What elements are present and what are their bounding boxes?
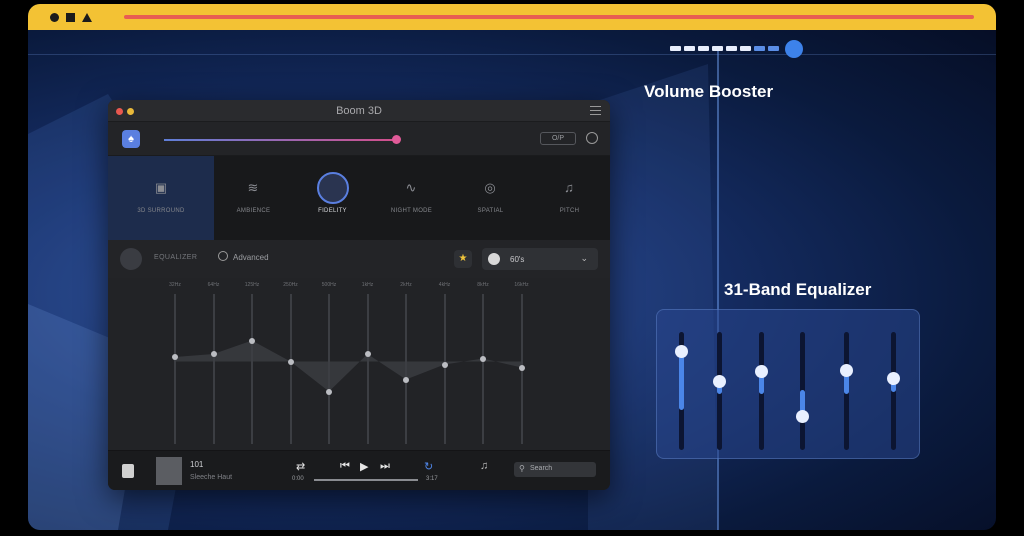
boom-logo-icon: ♠ — [122, 130, 140, 148]
equalizer-label: EQUALIZER — [154, 254, 198, 261]
volume-slider-knob[interactable] — [392, 135, 401, 144]
volume-slider[interactable] — [164, 139, 394, 141]
player-bar: 101 Sleeche Haut ⇄ ⏮ ▶ ⏭ ↻ 0:00 3:17 ♫ ⚲… — [108, 450, 610, 490]
cube-icon: ▣ — [154, 180, 168, 195]
next-icon[interactable]: ⏭ — [380, 460, 390, 473]
spatial-icon: ◎ — [484, 180, 496, 195]
waveform-icon: ∿ — [405, 180, 417, 195]
time-total: 3:17 — [426, 476, 438, 482]
effect-3d-surround[interactable]: ▣ 3D SURROUND — [108, 156, 214, 240]
band-knob[interactable] — [480, 355, 486, 362]
progress-bar[interactable] — [314, 479, 418, 481]
equalizer-preview-card — [656, 309, 920, 459]
band-frequency-label: 8kHz — [477, 282, 489, 288]
band-knob[interactable] — [210, 351, 217, 357]
music-note-icon: ♫ — [564, 180, 574, 195]
band-knob[interactable] — [364, 351, 371, 357]
screenshot-frame: Volume Booster 31-Band Equalizer Boom 3D… — [28, 4, 996, 530]
shuffle-icon[interactable]: ⇄ — [296, 460, 305, 473]
preset-icon — [488, 253, 500, 265]
band-slider[interactable] — [405, 294, 407, 444]
band-knob[interactable] — [326, 388, 332, 395]
previous-icon[interactable]: ⏮ — [340, 460, 350, 473]
effect-pitch[interactable]: ♫ PITCH — [530, 156, 609, 240]
divider-line — [28, 54, 996, 55]
volume-row: ♠ O/P — [108, 122, 610, 156]
chevron-down-icon: ⌄ — [580, 253, 588, 263]
band-knob[interactable] — [403, 376, 409, 383]
search-placeholder: Search — [530, 465, 553, 472]
volume-booster-label: Volume Booster — [644, 82, 774, 101]
band-knob[interactable] — [441, 361, 448, 368]
band-knob[interactable] — [249, 337, 255, 344]
advanced-radio[interactable] — [218, 251, 228, 261]
band-slider[interactable] — [289, 294, 292, 444]
effects-row: ▣ 3D SURROUND ≋ AMBIENCE FIDELITY ∿ NIGH… — [108, 156, 610, 240]
search-field[interactable]: ⚲ Search — [514, 462, 596, 477]
effect-night-mode[interactable]: ∿ NIGHT MODE — [372, 156, 451, 240]
preset-value: 60's — [510, 255, 525, 264]
app-window: Boom 3D ♠ O/P ▣ 3D SURROUND ≋ AMBIENCE F… — [108, 100, 610, 490]
band-frequency-label: 32Hz — [169, 282, 181, 288]
equalizer-bands: 32Hz 64Hz 125Hz 250Hz 500Hz 1kHz 2kHz 4kHz 8kHz 1… — [108, 278, 610, 458]
search-icon: ⚲ — [519, 464, 525, 473]
band-slider[interactable] — [212, 294, 215, 444]
band-frequency-label: 16kHz — [514, 282, 529, 288]
album-art — [156, 457, 182, 485]
equalizer-curve-fill — [175, 340, 522, 392]
star-icon[interactable]: ★ — [454, 250, 472, 268]
band-frequency-label: 250Hz — [283, 282, 298, 288]
playlist-icon[interactable] — [122, 464, 134, 478]
time-current: 0:00 — [292, 476, 304, 482]
band-frequency-label: 4kHz — [438, 282, 451, 288]
artist-name: Sleeche Haut — [190, 474, 233, 481]
band-slider[interactable] — [328, 294, 330, 444]
app-title: Boom 3D — [336, 105, 382, 117]
effect-spatial[interactable]: ◎ SPATIAL — [451, 156, 530, 240]
band-slider[interactable] — [174, 294, 176, 444]
preset-dropdown[interactable]: 60's ⌄ — [482, 248, 598, 270]
equalizer-header: EQUALIZER Advanced ★ 60's ⌄ — [108, 240, 610, 278]
effect-fidelity[interactable]: FIDELITY — [293, 156, 372, 240]
band-frequency-label: 500Hz — [321, 282, 337, 288]
repeat-icon[interactable]: ↻ — [424, 460, 433, 473]
band-slider[interactable] — [251, 294, 253, 444]
band-frequency-label: 1kHz — [361, 282, 374, 288]
equalizer-toggle-icon[interactable] — [120, 248, 142, 270]
band-slider[interactable] — [482, 294, 484, 444]
band-knob[interactable] — [287, 358, 294, 365]
volume-knob[interactable] — [785, 40, 803, 58]
play-icon[interactable]: ▶ — [360, 460, 368, 473]
power-icon[interactable] — [586, 132, 598, 144]
band-slider[interactable] — [366, 294, 369, 444]
fidelity-icon — [317, 172, 349, 204]
equalizer-31-label: 31-Band Equalizer — [724, 280, 872, 299]
volume-booster-slider[interactable] — [664, 38, 806, 60]
band-knob[interactable] — [172, 354, 178, 360]
band-knob[interactable] — [518, 364, 525, 371]
hamburger-icon[interactable] — [590, 106, 601, 115]
title-bar: Boom 3D — [108, 100, 610, 122]
band-frequency-label: 125Hz — [244, 282, 260, 288]
band-slider[interactable] — [443, 294, 446, 444]
output-button[interactable]: O/P — [540, 132, 576, 145]
band-frequency-label: 2kHz — [400, 282, 412, 288]
band-frequency-label: 64Hz — [207, 282, 220, 288]
advanced-label: Advanced — [233, 253, 269, 262]
track-title: 101 — [190, 460, 204, 469]
music-note-icon[interactable]: ♫ — [480, 460, 488, 472]
ambience-icon: ≋ — [247, 180, 259, 195]
effect-ambience[interactable]: ≋ AMBIENCE — [214, 156, 293, 240]
equalizer-curve — [175, 340, 522, 392]
